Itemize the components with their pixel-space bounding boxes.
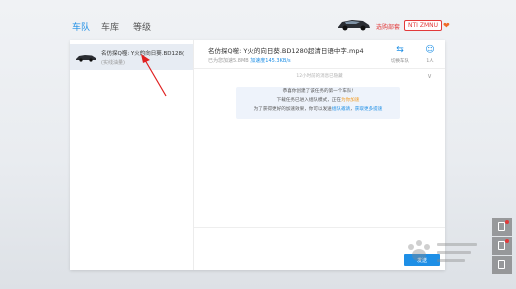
- watermark-logo: [408, 240, 477, 262]
- car-icon[interactable]: [336, 16, 372, 32]
- heart-icon[interactable]: ❤: [443, 21, 450, 30]
- side-chat-button[interactable]: [492, 237, 512, 255]
- user-badge[interactable]: NTI ZMNU: [404, 20, 442, 31]
- side-notes-button[interactable]: [492, 218, 512, 236]
- switch-team-button[interactable]: ⇆ 切换车队: [390, 45, 410, 64]
- person-icon: ☺: [425, 45, 435, 55]
- tab-garage[interactable]: 车库: [101, 20, 119, 33]
- more-speed-link[interactable]: 获取更多提速: [355, 107, 383, 112]
- chat-header: 名仿探Q噬: Y火的向日葵.BD1280超清日语中字.mp4 已为您加速5.8M…: [194, 40, 445, 69]
- status-downloaded: 已为您加速5.8MB: [208, 58, 249, 64]
- notification-dot: [505, 220, 509, 224]
- task-status: 已为您加速5.8MB 加速度145.3KB/s: [208, 57, 291, 64]
- input-divider: [194, 227, 445, 228]
- notice-line-2-text: 下载任务已进入组队模式，正在: [276, 98, 341, 103]
- invite-link[interactable]: 组队邀请: [332, 107, 350, 112]
- notice-line-1: 恭喜你创建了该任务的第一个车队!: [282, 89, 354, 94]
- fleet-panel: 名仿探Q噬: Y火的向日葵.BD128( (实线油量) 名仿探Q噬: Y火的向日…: [70, 40, 445, 270]
- team-sidebar: 名仿探Q噬: Y火的向日葵.BD128( (实线油量): [70, 40, 194, 270]
- task-title: 名仿探Q噬: Y火的向日葵.BD1280超清日语中字.mp4: [208, 47, 364, 55]
- notification-dot: [505, 239, 509, 243]
- members-button[interactable]: ☺ 1人: [420, 45, 440, 64]
- history-text: 12小时前的消息已隐藏: [296, 74, 343, 79]
- switch-team-label: 切换车队: [391, 59, 409, 64]
- top-bar: 车队 车库 等级 选购部套 NTI ZMNU ❤: [0, 0, 516, 42]
- switch-icon: ⇆: [396, 45, 404, 55]
- feedback-icon: [498, 260, 505, 269]
- chat-icon: [498, 241, 505, 250]
- member-count: 1人: [426, 59, 434, 64]
- team-name: 名仿探Q噬: Y火的向日葵.BD128(: [101, 51, 185, 57]
- notice-accelerating: 为你加速: [340, 98, 360, 103]
- tab-fleet[interactable]: 车队: [72, 20, 90, 33]
- notice-line-2: 下载任务已进入组队模式，正在为你加速: [236, 96, 400, 105]
- status-speed: 加速度145.3KB/s: [250, 58, 291, 64]
- top-status-text[interactable]: 选购部套: [376, 22, 400, 31]
- note-icon: [498, 222, 505, 231]
- side-feedback-button[interactable]: [492, 256, 512, 274]
- team-list-item[interactable]: 名仿探Q噬: Y火的向日葵.BD128( (实线油量): [70, 44, 193, 70]
- chevron-down-icon[interactable]: ∨: [427, 72, 432, 80]
- team-subtitle: (实线油量): [101, 60, 125, 66]
- system-notice: 恭喜你创建了该任务的第一个车队! 下载任务已进入组队模式，正在为你加速 为了获得…: [236, 87, 400, 119]
- car-icon: [76, 55, 96, 62]
- notice-line-3-text: 为了获得更好的加速效果，你可以发送: [253, 107, 332, 112]
- history-notice: 12小时前的消息已隐藏 ∨: [194, 72, 445, 82]
- notice-line-3: 为了获得更好的加速效果，你可以发送组队邀请，获取更多提速: [236, 105, 400, 114]
- tab-level[interactable]: 等级: [133, 20, 151, 33]
